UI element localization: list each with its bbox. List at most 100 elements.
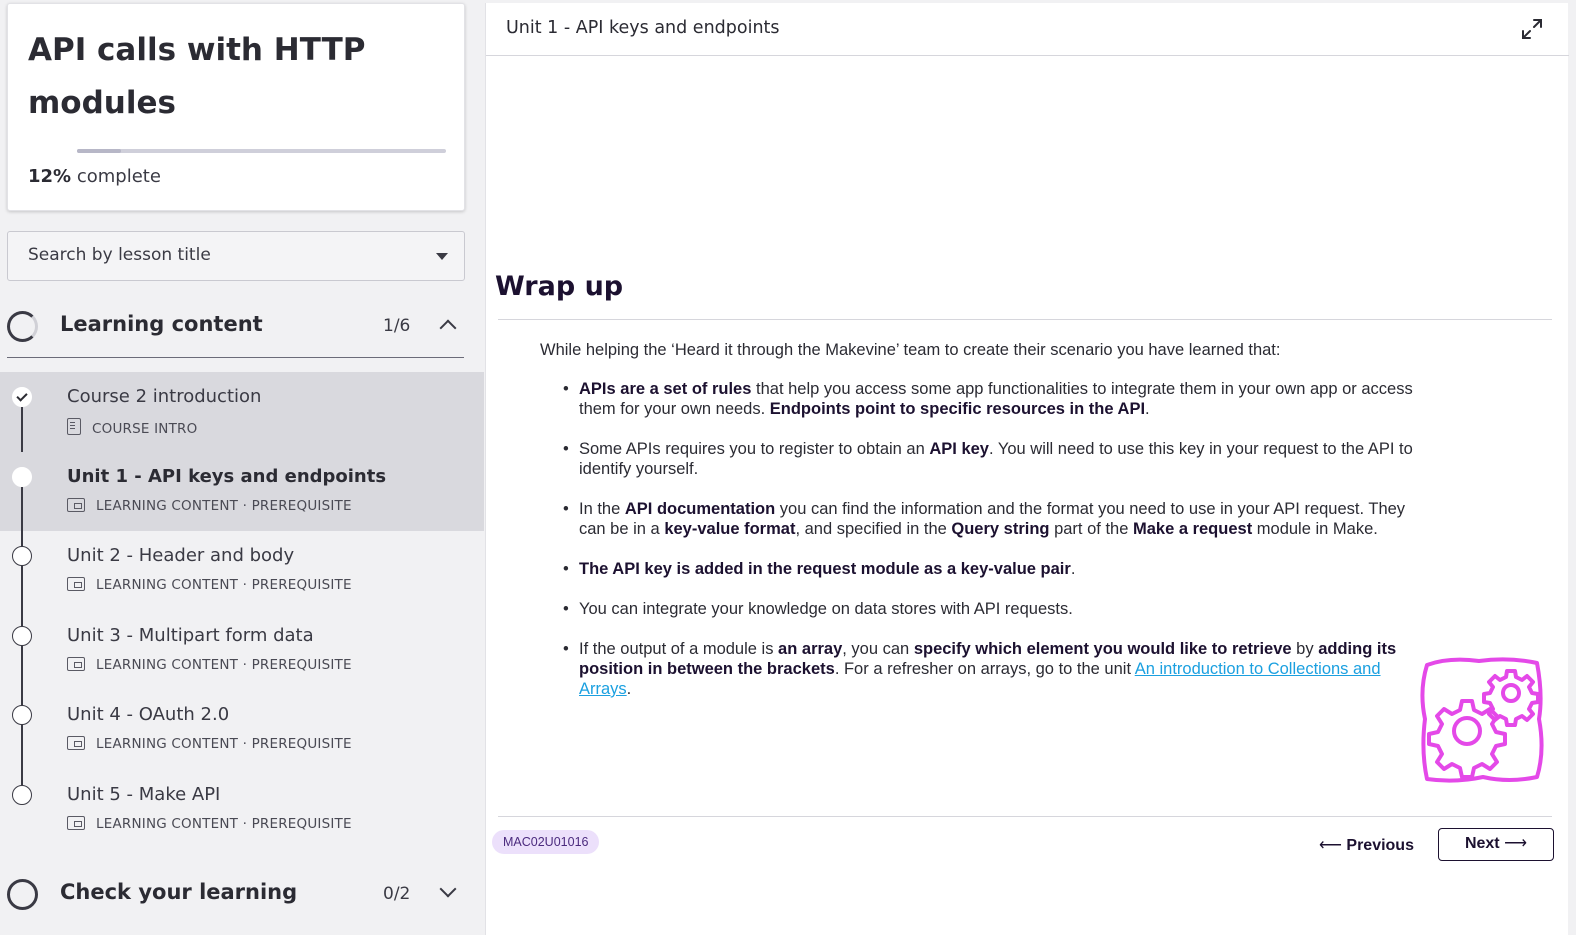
progress-ring-icon bbox=[7, 879, 38, 910]
bold-text: The API key is added in the request modu… bbox=[579, 560, 1071, 578]
bold-text: an array bbox=[778, 640, 843, 658]
intro-text: While helping the ‘Heard it through the … bbox=[540, 341, 1281, 359]
section-count: 1/6 bbox=[383, 316, 411, 336]
arrow-right-icon: ⟶ bbox=[1504, 835, 1528, 852]
lesson-search-dropdown[interactable]: Search by lesson title bbox=[7, 231, 465, 281]
status-dot-icon bbox=[12, 546, 32, 567]
chevron-up-icon[interactable] bbox=[439, 319, 457, 337]
progress-value: 12% bbox=[28, 166, 72, 187]
bold-text: API key bbox=[929, 440, 989, 458]
text: . bbox=[626, 680, 632, 698]
progress-bar bbox=[77, 149, 446, 153]
lesson-type-icon bbox=[67, 815, 85, 830]
bold-text: key-value format bbox=[664, 520, 796, 538]
section-check-your-learning[interactable]: Check your learning 0/2 bbox=[7, 866, 464, 926]
lesson-type: LEARNING CONTENT bbox=[96, 656, 239, 673]
lesson-type-icon bbox=[67, 656, 85, 671]
bold-text: Query string bbox=[951, 520, 1050, 538]
document-icon bbox=[67, 418, 81, 435]
summary-list: APIs are a set of rules that help you ac… bbox=[562, 379, 1422, 719]
lesson-tag: PREREQUISITE bbox=[251, 497, 352, 514]
bold-text: API documentation bbox=[624, 500, 776, 518]
summary-point: Some APIs requires you to register to ob… bbox=[562, 439, 1422, 479]
lesson-title: Unit 4 - OAuth 2.0 bbox=[67, 704, 230, 726]
search-placeholder: Search by lesson title bbox=[28, 245, 211, 265]
lesson-meta: LEARNING CONTENT · PREREQUISITE bbox=[67, 815, 352, 832]
course-title: API calls with HTTP modules bbox=[28, 32, 366, 121]
progress-text: 12% complete bbox=[28, 166, 161, 187]
lesson-type: LEARNING CONTENT bbox=[96, 736, 239, 753]
lesson-item[interactable]: Unit 3 - Multipart form data LEARNING CO… bbox=[0, 611, 484, 706]
gears-icon bbox=[1420, 657, 1544, 783]
lesson-title: Unit 3 - Multipart form data bbox=[67, 624, 314, 646]
summary-point: If the output of a module is an array, y… bbox=[562, 639, 1422, 699]
lesson-meta: COURSE INTRO bbox=[67, 418, 197, 437]
summary-point: In the API documentation you can find th… bbox=[562, 499, 1422, 539]
text: . bbox=[1145, 400, 1150, 418]
lesson-tag: PREREQUISITE bbox=[251, 656, 352, 673]
summary-point: You can integrate your knowledge on data… bbox=[562, 599, 1422, 619]
summary-point: APIs are a set of rules that help you ac… bbox=[562, 379, 1422, 419]
next-button[interactable]: Next ⟶ bbox=[1438, 828, 1554, 861]
section-title: Learning content bbox=[60, 312, 263, 336]
lesson-item[interactable]: Unit 5 - Make API LEARNING CONTENT · PRE… bbox=[0, 770, 484, 850]
text: Some APIs requires you to register to ob… bbox=[579, 440, 930, 458]
lesson-meta: LEARNING CONTENT · PREREQUISITE bbox=[67, 656, 352, 673]
arrow-left-icon: ⟵ bbox=[1319, 837, 1342, 854]
text: by bbox=[1291, 640, 1319, 658]
text: You can integrate your knowledge on data… bbox=[579, 600, 1073, 618]
lesson-title: Unit 5 - Make API bbox=[67, 783, 221, 805]
section-learning-content[interactable]: Learning content 1/6 bbox=[7, 298, 464, 358]
lesson-meta: LEARNING CONTENT · PREREQUISITE bbox=[67, 736, 352, 752]
lesson-type: LEARNING CONTENT bbox=[96, 577, 239, 594]
lesson-tag: PREREQUISITE bbox=[251, 577, 352, 594]
bold-text: Endpoints point to specific resources in… bbox=[769, 400, 1146, 418]
progress-ring-icon bbox=[7, 311, 38, 342]
course-card: API calls with HTTP modules 12% complete bbox=[7, 3, 465, 211]
caret-down-icon bbox=[436, 253, 448, 260]
lesson-type-icon bbox=[67, 736, 85, 751]
status-dot-icon bbox=[12, 625, 32, 646]
progress-suffix: complete bbox=[76, 166, 161, 187]
lesson-meta: LEARNING CONTENT · PREREQUISITE bbox=[67, 497, 352, 514]
lesson-type-icon bbox=[67, 497, 85, 512]
text: If the output of a module is bbox=[579, 640, 779, 658]
section-heading: Wrap up bbox=[495, 271, 624, 302]
text: . bbox=[1070, 560, 1076, 578]
lesson-code-badge: MAC02U01016 bbox=[492, 830, 600, 854]
previous-button[interactable]: ⟵ Previous bbox=[1319, 835, 1414, 855]
status-dot-icon bbox=[12, 466, 32, 487]
course-sidebar: API calls with HTTP modules 12% complete… bbox=[0, 0, 484, 935]
bold-text: APIs are a set of rules bbox=[579, 380, 752, 398]
lesson-item[interactable]: Unit 2 - Header and body LEARNING CONTEN… bbox=[0, 531, 484, 627]
text: part of the bbox=[1049, 520, 1133, 538]
text: module in Make. bbox=[1252, 520, 1378, 538]
lesson-title: Course 2 introduction bbox=[67, 386, 262, 407]
text: , and specified in the bbox=[795, 520, 952, 538]
status-dot-icon bbox=[12, 705, 32, 726]
divider bbox=[498, 816, 1552, 817]
lesson-type: LEARNING CONTENT bbox=[96, 497, 239, 514]
text: In the bbox=[579, 500, 625, 518]
summary-point: The API key is added in the request modu… bbox=[562, 559, 1422, 579]
bold-text: specify which element you would like to … bbox=[913, 640, 1292, 658]
text: . For a refresher on arrays, go to the u… bbox=[834, 660, 1135, 678]
previous-label: Previous bbox=[1346, 837, 1414, 854]
lesson-item[interactable]: Unit 1 - API keys and endpoints LEARNING… bbox=[0, 451, 484, 547]
lesson-item[interactable]: Unit 4 - OAuth 2.0 LEARNING CONTENT · PR… bbox=[0, 690, 484, 786]
lesson-type: COURSE INTRO bbox=[92, 421, 198, 437]
section-count: 0/2 bbox=[383, 884, 411, 904]
bold-text: Make a request bbox=[1132, 520, 1253, 538]
lesson-tag: PREREQUISITE bbox=[251, 815, 352, 832]
unit-title: Unit 1 - API keys and endpoints bbox=[506, 18, 780, 38]
expand-icon[interactable] bbox=[1520, 17, 1544, 41]
completed-check-icon bbox=[12, 387, 32, 407]
lesson-list: Course 2 introduction COURSE INTRO Unit … bbox=[0, 372, 484, 850]
chevron-down-icon[interactable] bbox=[439, 880, 457, 898]
lesson-title: Unit 2 - Header and body bbox=[67, 545, 295, 567]
lesson-tag: PREREQUISITE bbox=[251, 736, 352, 753]
lesson-title: Unit 1 - API keys and endpoints bbox=[67, 465, 387, 487]
lesson-item[interactable]: Course 2 introduction COURSE INTRO bbox=[0, 372, 484, 467]
status-dot-icon bbox=[12, 784, 32, 805]
divider bbox=[498, 319, 1552, 320]
